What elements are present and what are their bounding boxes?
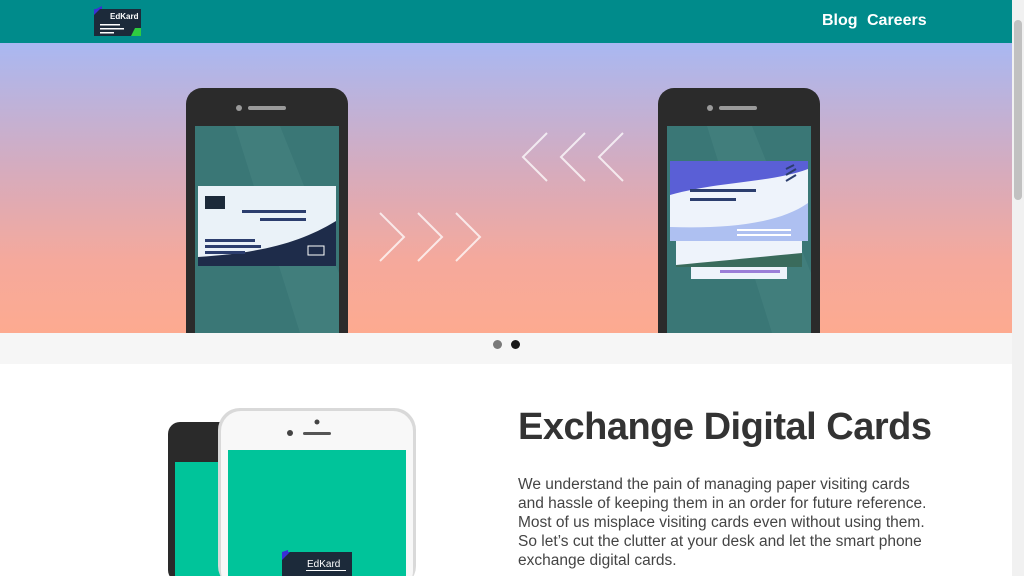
left-phone (186, 88, 348, 333)
right-business-cards (670, 161, 808, 279)
phone-edkard-logo: EdKard (282, 550, 352, 576)
carousel-dot-2-active[interactable] (511, 340, 520, 349)
hero-illustration (186, 88, 820, 333)
nav-link-careers[interactable]: Careers (867, 12, 927, 30)
hero-carousel-slide (0, 43, 1012, 333)
navbar: EdKard Blog Careers (0, 0, 1012, 43)
nav-link-blog[interactable]: Blog (822, 12, 858, 30)
chevrons-right-icon (379, 212, 482, 262)
left-business-card (198, 186, 336, 266)
chevrons-left-icon (521, 132, 624, 182)
right-phone (658, 88, 820, 333)
phone-logo-text: EdKard (307, 559, 340, 570)
carousel-dot-1[interactable] (493, 340, 502, 349)
phones-illustration: EdKard (160, 400, 430, 576)
scrollbar-thumb[interactable] (1014, 20, 1022, 200)
edkard-logo[interactable]: EdKard (94, 6, 143, 37)
page-scrollbar[interactable] (1012, 0, 1024, 576)
section-description: We understand the pain of managing paper… (518, 476, 927, 569)
logo-text: EdKard (110, 12, 139, 21)
section-title: Exchange Digital Cards (518, 406, 932, 448)
carousel-indicators (0, 333, 1012, 364)
